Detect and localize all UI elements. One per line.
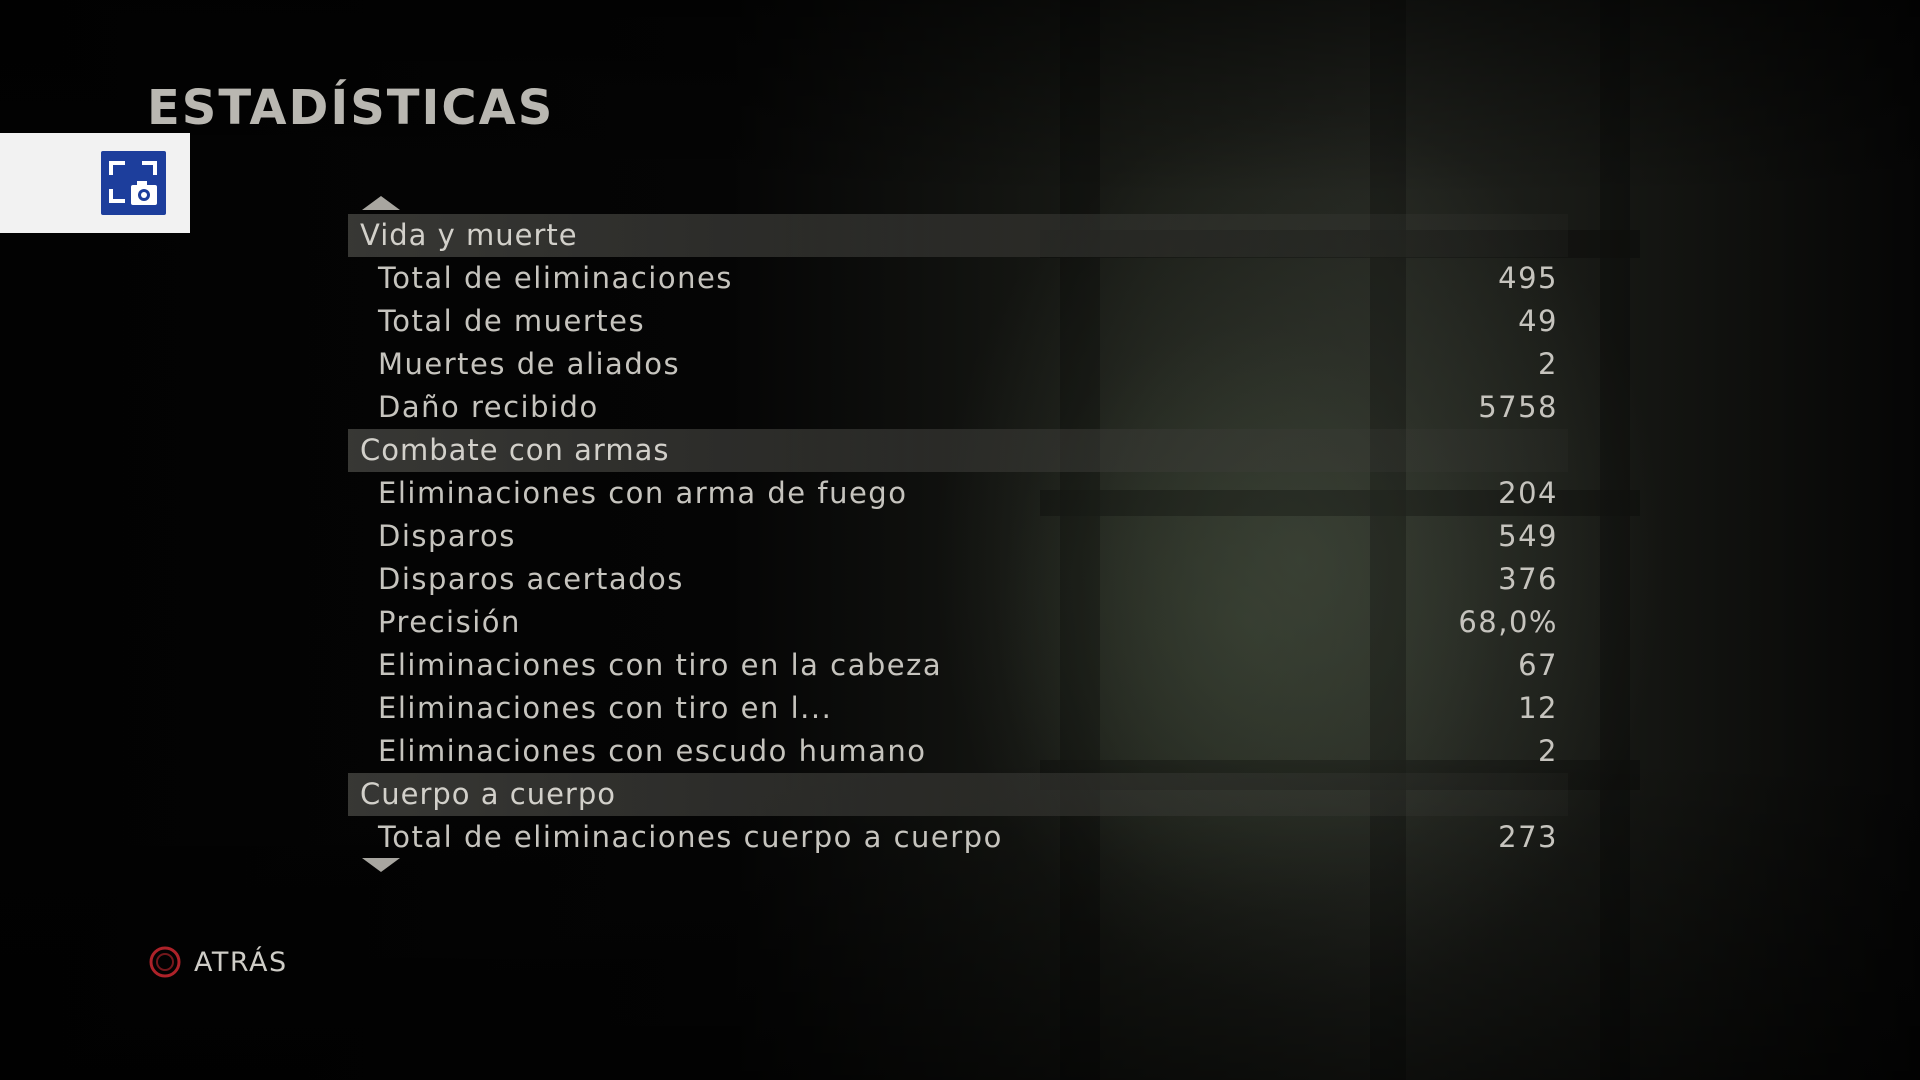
circle-button-icon[interactable] [149,946,181,978]
stat-label: Disparos [378,519,516,553]
section-header-vida-y-muerte[interactable]: Vida y muerte [348,214,1568,257]
back-label: ATRÁS [194,946,288,978]
stats-list: Vida y muerte Total de eliminaciones 495… [348,214,1568,859]
stat-row[interactable]: Eliminaciones con arma de fuego 204 [348,472,1568,515]
stat-label: Precisión [378,605,521,639]
triangle-down-icon[interactable] [362,858,400,872]
stat-label: Eliminaciones con escudo humano [378,734,927,768]
stat-label: Eliminaciones con tiro en la cabeza [378,648,943,682]
stat-value: 49 [1518,304,1558,338]
stat-value: 67 [1518,648,1558,682]
stat-label: Muertes de aliados [378,347,681,381]
stat-row[interactable]: Disparos 549 [348,515,1568,558]
stat-label: Total de eliminaciones cuerpo a cuerpo [378,820,1003,854]
stat-label: Daño recibido [378,390,599,424]
stats-screen: ESTADÍSTICAS Vida y muerte Total de elim… [0,0,1920,1080]
stat-value: 12 [1518,691,1558,725]
stat-row[interactable]: Precisión 68,0% [348,601,1568,644]
stat-row[interactable]: Eliminaciones con tiro en l... 12 [348,687,1568,730]
stat-label: Eliminaciones con tiro en l... [378,691,833,725]
stat-value: 273 [1498,820,1558,854]
page-title: ESTADÍSTICAS [147,80,555,136]
stat-label: Total de eliminaciones [378,261,733,295]
stat-row[interactable]: Disparos acertados 376 [348,558,1568,601]
stat-row[interactable]: Total de muertes 49 [348,300,1568,343]
screenshot-camera-icon[interactable] [101,151,166,215]
stat-value: 549 [1498,519,1558,553]
stat-label: Disparos acertados [378,562,684,596]
stat-row[interactable]: Muertes de aliados 2 [348,343,1568,386]
stat-row[interactable]: Eliminaciones con tiro en la cabeza 67 [348,644,1568,687]
stat-value: 495 [1498,261,1558,295]
stat-row[interactable]: Total de eliminaciones 495 [348,257,1568,300]
back-button[interactable]: ATRÁS [149,944,288,980]
stat-row[interactable]: Eliminaciones con escudo humano 2 [348,730,1568,773]
section-header-combate-con-armas[interactable]: Combate con armas [348,429,1568,472]
stat-label: Total de muertes [378,304,646,338]
screenshot-overlay[interactable] [0,133,190,233]
stat-value: 2 [1538,347,1558,381]
stat-value: 204 [1498,476,1558,510]
section-header-cuerpo-a-cuerpo[interactable]: Cuerpo a cuerpo [348,773,1568,816]
stat-value: 2 [1538,734,1558,768]
stat-label: Eliminaciones con arma de fuego [378,476,908,510]
stat-row[interactable]: Daño recibido 5758 [348,386,1568,429]
stat-value: 68,0% [1458,605,1558,639]
stat-value: 5758 [1478,390,1558,424]
triangle-up-icon[interactable] [362,196,400,210]
stat-row[interactable]: Total de eliminaciones cuerpo a cuerpo 2… [348,816,1568,859]
stat-value: 376 [1498,562,1558,596]
